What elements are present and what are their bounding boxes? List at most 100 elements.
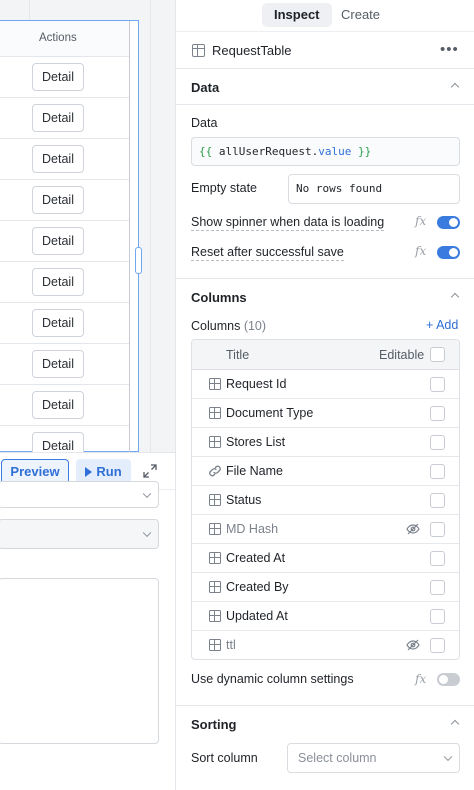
data-section-header[interactable]: Data [176, 69, 474, 105]
section-title: Sorting [191, 717, 237, 732]
inspector-tabs: Inspect Create [176, 0, 474, 30]
table: Actions Detail Detail Detail Detail Detail De… [0, 21, 130, 467]
detail-button[interactable]: Detail [32, 63, 84, 91]
editable-checkbox[interactable] [430, 638, 445, 653]
editable-checkbox[interactable] [430, 435, 445, 450]
chevron-down-icon [443, 752, 453, 762]
spinner-toggle[interactable] [437, 216, 460, 229]
table-icon [209, 610, 221, 622]
more-options-icon[interactable]: ••• [440, 41, 459, 58]
editable-checkbox[interactable] [430, 406, 445, 421]
app-canvas: Actions Detail Detail Detail Detail Detail De… [0, 0, 175, 790]
sorting-section-header[interactable]: Sorting [176, 706, 474, 742]
component-name[interactable]: RequestTable [212, 43, 292, 58]
sort-column-label: Sort column [191, 751, 258, 765]
tab-create[interactable]: Create [329, 3, 392, 27]
component-header: RequestTable ••• [176, 31, 474, 69]
column-name: File Name [226, 464, 283, 478]
fx-icon[interactable]: fx [415, 214, 426, 228]
table-column-divider [129, 21, 130, 453]
editable-checkbox[interactable] [430, 377, 445, 392]
empty-state-input[interactable]: No rows found [288, 174, 460, 204]
columns-label: Columns (10) [191, 319, 267, 333]
column-row[interactable]: Updated At [192, 602, 459, 631]
editable-checkbox[interactable] [430, 609, 445, 624]
table-icon [209, 378, 221, 390]
section-title: Data [191, 80, 220, 95]
add-column-button[interactable]: + Add [426, 318, 458, 332]
chevron-down-icon [142, 489, 152, 498]
editable-checkbox[interactable] [430, 551, 445, 566]
column-name: Created At [226, 551, 286, 565]
query-editor[interactable] [0, 578, 159, 744]
detail-button[interactable]: Detail [32, 104, 84, 132]
column-name: Document Type [226, 406, 314, 420]
table-row: Detail [0, 180, 130, 221]
column-name: Status [226, 493, 262, 507]
column-row[interactable]: MD Hash [192, 515, 459, 544]
table-component[interactable]: Actions Detail Detail Detail Detail Detail De… [0, 20, 139, 467]
actions-column-header: Actions [39, 32, 77, 44]
detail-button[interactable]: Detail [32, 145, 84, 173]
empty-state-label: Empty state [191, 181, 257, 195]
resize-handle[interactable] [135, 247, 142, 274]
expand-icon[interactable] [143, 464, 157, 478]
editable-checkbox[interactable] [430, 522, 445, 537]
column-name: Stores List [226, 435, 286, 449]
table-row: Detail [0, 57, 130, 98]
editable-checkbox[interactable] [430, 493, 445, 508]
eye-off-icon[interactable] [406, 639, 420, 651]
column-row[interactable]: Request Id [192, 370, 459, 399]
run-label: Run [96, 464, 122, 479]
dynamic-columns-toggle[interactable] [437, 673, 460, 686]
column-row[interactable]: Stores List [192, 428, 459, 457]
sort-column-select[interactable]: Select column [287, 743, 460, 773]
column-name: ttl [226, 638, 236, 652]
query-select-disabled[interactable] [0, 519, 159, 549]
column-row[interactable]: Document Type [192, 399, 459, 428]
detail-button[interactable]: Detail [32, 309, 84, 337]
table-row: Detail [0, 303, 130, 344]
table-icon [209, 581, 221, 593]
column-row[interactable]: Status [192, 486, 459, 515]
table-icon [209, 407, 221, 419]
chevron-up-icon [450, 719, 460, 729]
editable-checkbox[interactable] [430, 464, 445, 479]
fx-icon[interactable]: fx [415, 244, 426, 258]
columns-list-header: Title Editable [192, 340, 459, 370]
columns-count: (10) [243, 319, 267, 333]
table-icon [209, 494, 221, 506]
fx-icon[interactable]: fx [415, 672, 426, 686]
detail-button[interactable]: Detail [32, 391, 84, 419]
column-row[interactable]: Created By [192, 573, 459, 602]
table-icon [209, 639, 221, 651]
detail-button[interactable]: Detail [32, 350, 84, 378]
editable-all-checkbox[interactable] [430, 347, 445, 362]
inspector-panel: Inspect Create RequestTable ••• Data Dat… [175, 0, 474, 790]
play-icon [85, 467, 93, 477]
chevron-up-icon [450, 82, 460, 92]
eye-off-icon[interactable] [406, 523, 420, 535]
columns-section-header[interactable]: Columns [176, 279, 474, 315]
column-name: Request Id [226, 377, 287, 391]
column-row[interactable]: File Name [192, 457, 459, 486]
column-row[interactable]: ttl [192, 631, 459, 659]
detail-button[interactable]: Detail [32, 268, 84, 296]
title-header: Title [226, 348, 250, 362]
editable-checkbox[interactable] [430, 580, 445, 595]
columns-list: Title Editable Request Id Document Type St… [191, 339, 460, 660]
query-select[interactable] [0, 481, 159, 508]
detail-button[interactable]: Detail [32, 186, 84, 214]
column-row[interactable]: Created At [192, 544, 459, 573]
detail-button[interactable]: Detail [32, 227, 84, 255]
chevron-up-icon [450, 292, 460, 302]
data-code-input[interactable]: {{ allUserRequest.value }} [191, 137, 460, 166]
reset-toggle[interactable] [437, 246, 460, 259]
divider [176, 104, 474, 105]
table-icon [209, 436, 221, 448]
table-row: Detail [0, 98, 130, 139]
table-icon [192, 44, 205, 57]
column-name: Created By [226, 580, 289, 594]
tab-inspect[interactable]: Inspect [262, 3, 332, 27]
table-row: Detail [0, 262, 130, 303]
